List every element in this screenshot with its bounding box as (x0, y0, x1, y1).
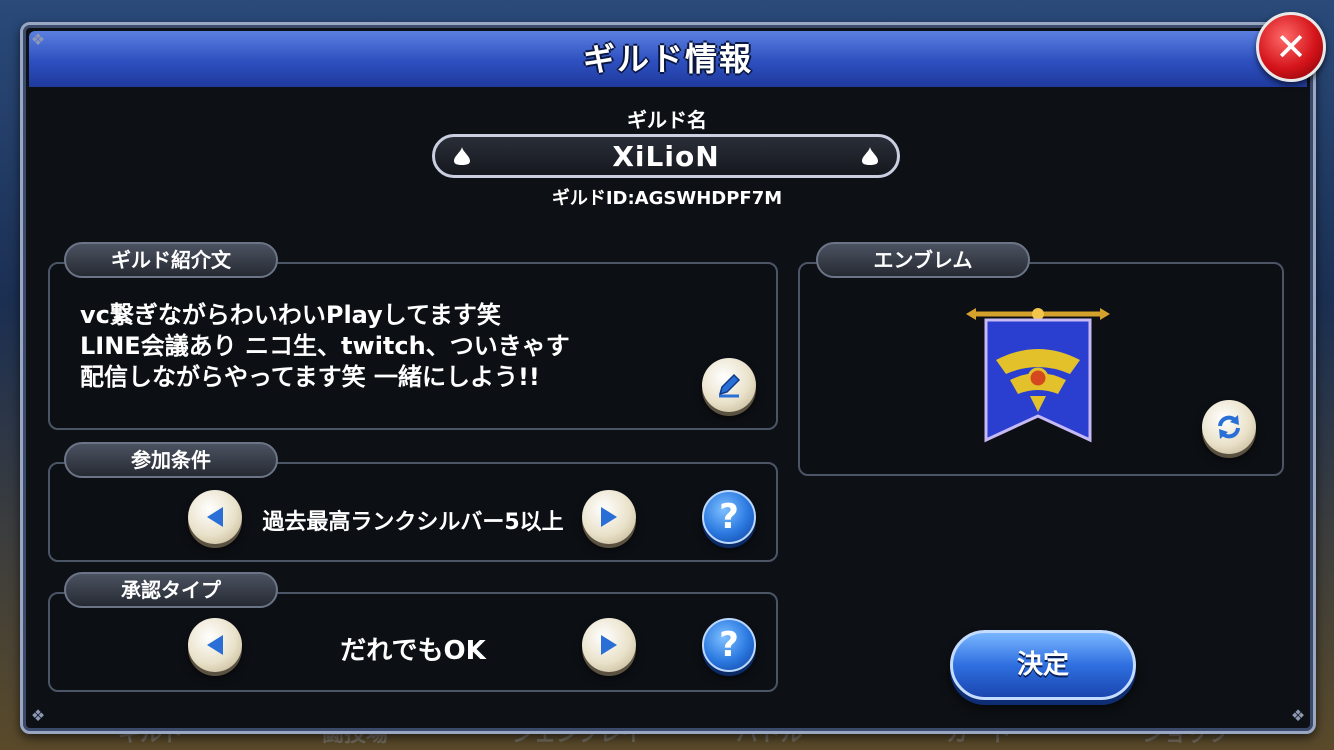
join-condition-value: 過去最高ランクシルバー5以上 (262, 510, 564, 535)
intro-text: vc繋ぎながらわいわいPlayしてます笑 LINE会議あり ニコ生、twitch… (80, 300, 700, 393)
corner-ornament-icon: ❖ (30, 30, 46, 49)
slime-icon (454, 147, 470, 165)
approval-type-value: だれでもOK (340, 636, 486, 666)
close-icon: ✕ (1275, 25, 1307, 69)
guild-id: ギルドID:AGSWHDPF7M (551, 188, 783, 209)
intro-line: 配信しながらやってます笑 一緒にしよう!! (80, 363, 540, 391)
approval-type-tab: 承認タイプ (64, 572, 278, 608)
intro-line: vc繋ぎながらわいわいPlayしてます笑 (80, 301, 501, 329)
pencil-icon (718, 373, 741, 398)
approval-type-help-button[interactable]: ? (702, 618, 756, 672)
arrow-right-icon (601, 635, 617, 655)
guild-name-field: XiLioN (432, 134, 900, 178)
join-condition-next-button[interactable] (582, 490, 636, 544)
question-icon: ? (719, 625, 739, 665)
arrow-right-icon (601, 507, 617, 527)
corner-ornament-icon: ❖ (30, 706, 46, 725)
join-condition-tab: 参加条件 (64, 442, 278, 478)
guild-emblem-banner-icon (966, 308, 1110, 443)
approval-type-next-button[interactable] (582, 618, 636, 672)
dialog-title: ギルド情報 (582, 40, 753, 78)
arrow-left-icon (207, 507, 223, 527)
confirm-button[interactable]: 決定 (950, 630, 1136, 700)
intro-tab: ギルド紹介文 (64, 242, 278, 278)
edit-intro-button[interactable] (702, 358, 756, 412)
close-button[interactable]: ✕ (1256, 12, 1326, 82)
join-condition-prev-button[interactable] (188, 490, 242, 544)
join-condition-help-button[interactable]: ? (702, 490, 756, 544)
corner-ornament-icon: ❖ (1290, 706, 1306, 725)
guild-name-label: ギルド名 (627, 108, 707, 132)
title-bar: ギルド情報 (29, 31, 1307, 87)
guild-name-value: XiLioN (612, 139, 720, 173)
refresh-icon (1218, 415, 1240, 439)
intro-line: LINE会議あり ニコ生、twitch、ついきゃす (80, 332, 570, 360)
emblem-tab: エンブレム (816, 242, 1030, 278)
approval-type-prev-button[interactable] (188, 618, 242, 672)
arrow-left-icon (207, 635, 223, 655)
slime-icon (862, 147, 878, 165)
question-icon: ? (719, 497, 739, 537)
change-emblem-button[interactable] (1202, 400, 1256, 454)
